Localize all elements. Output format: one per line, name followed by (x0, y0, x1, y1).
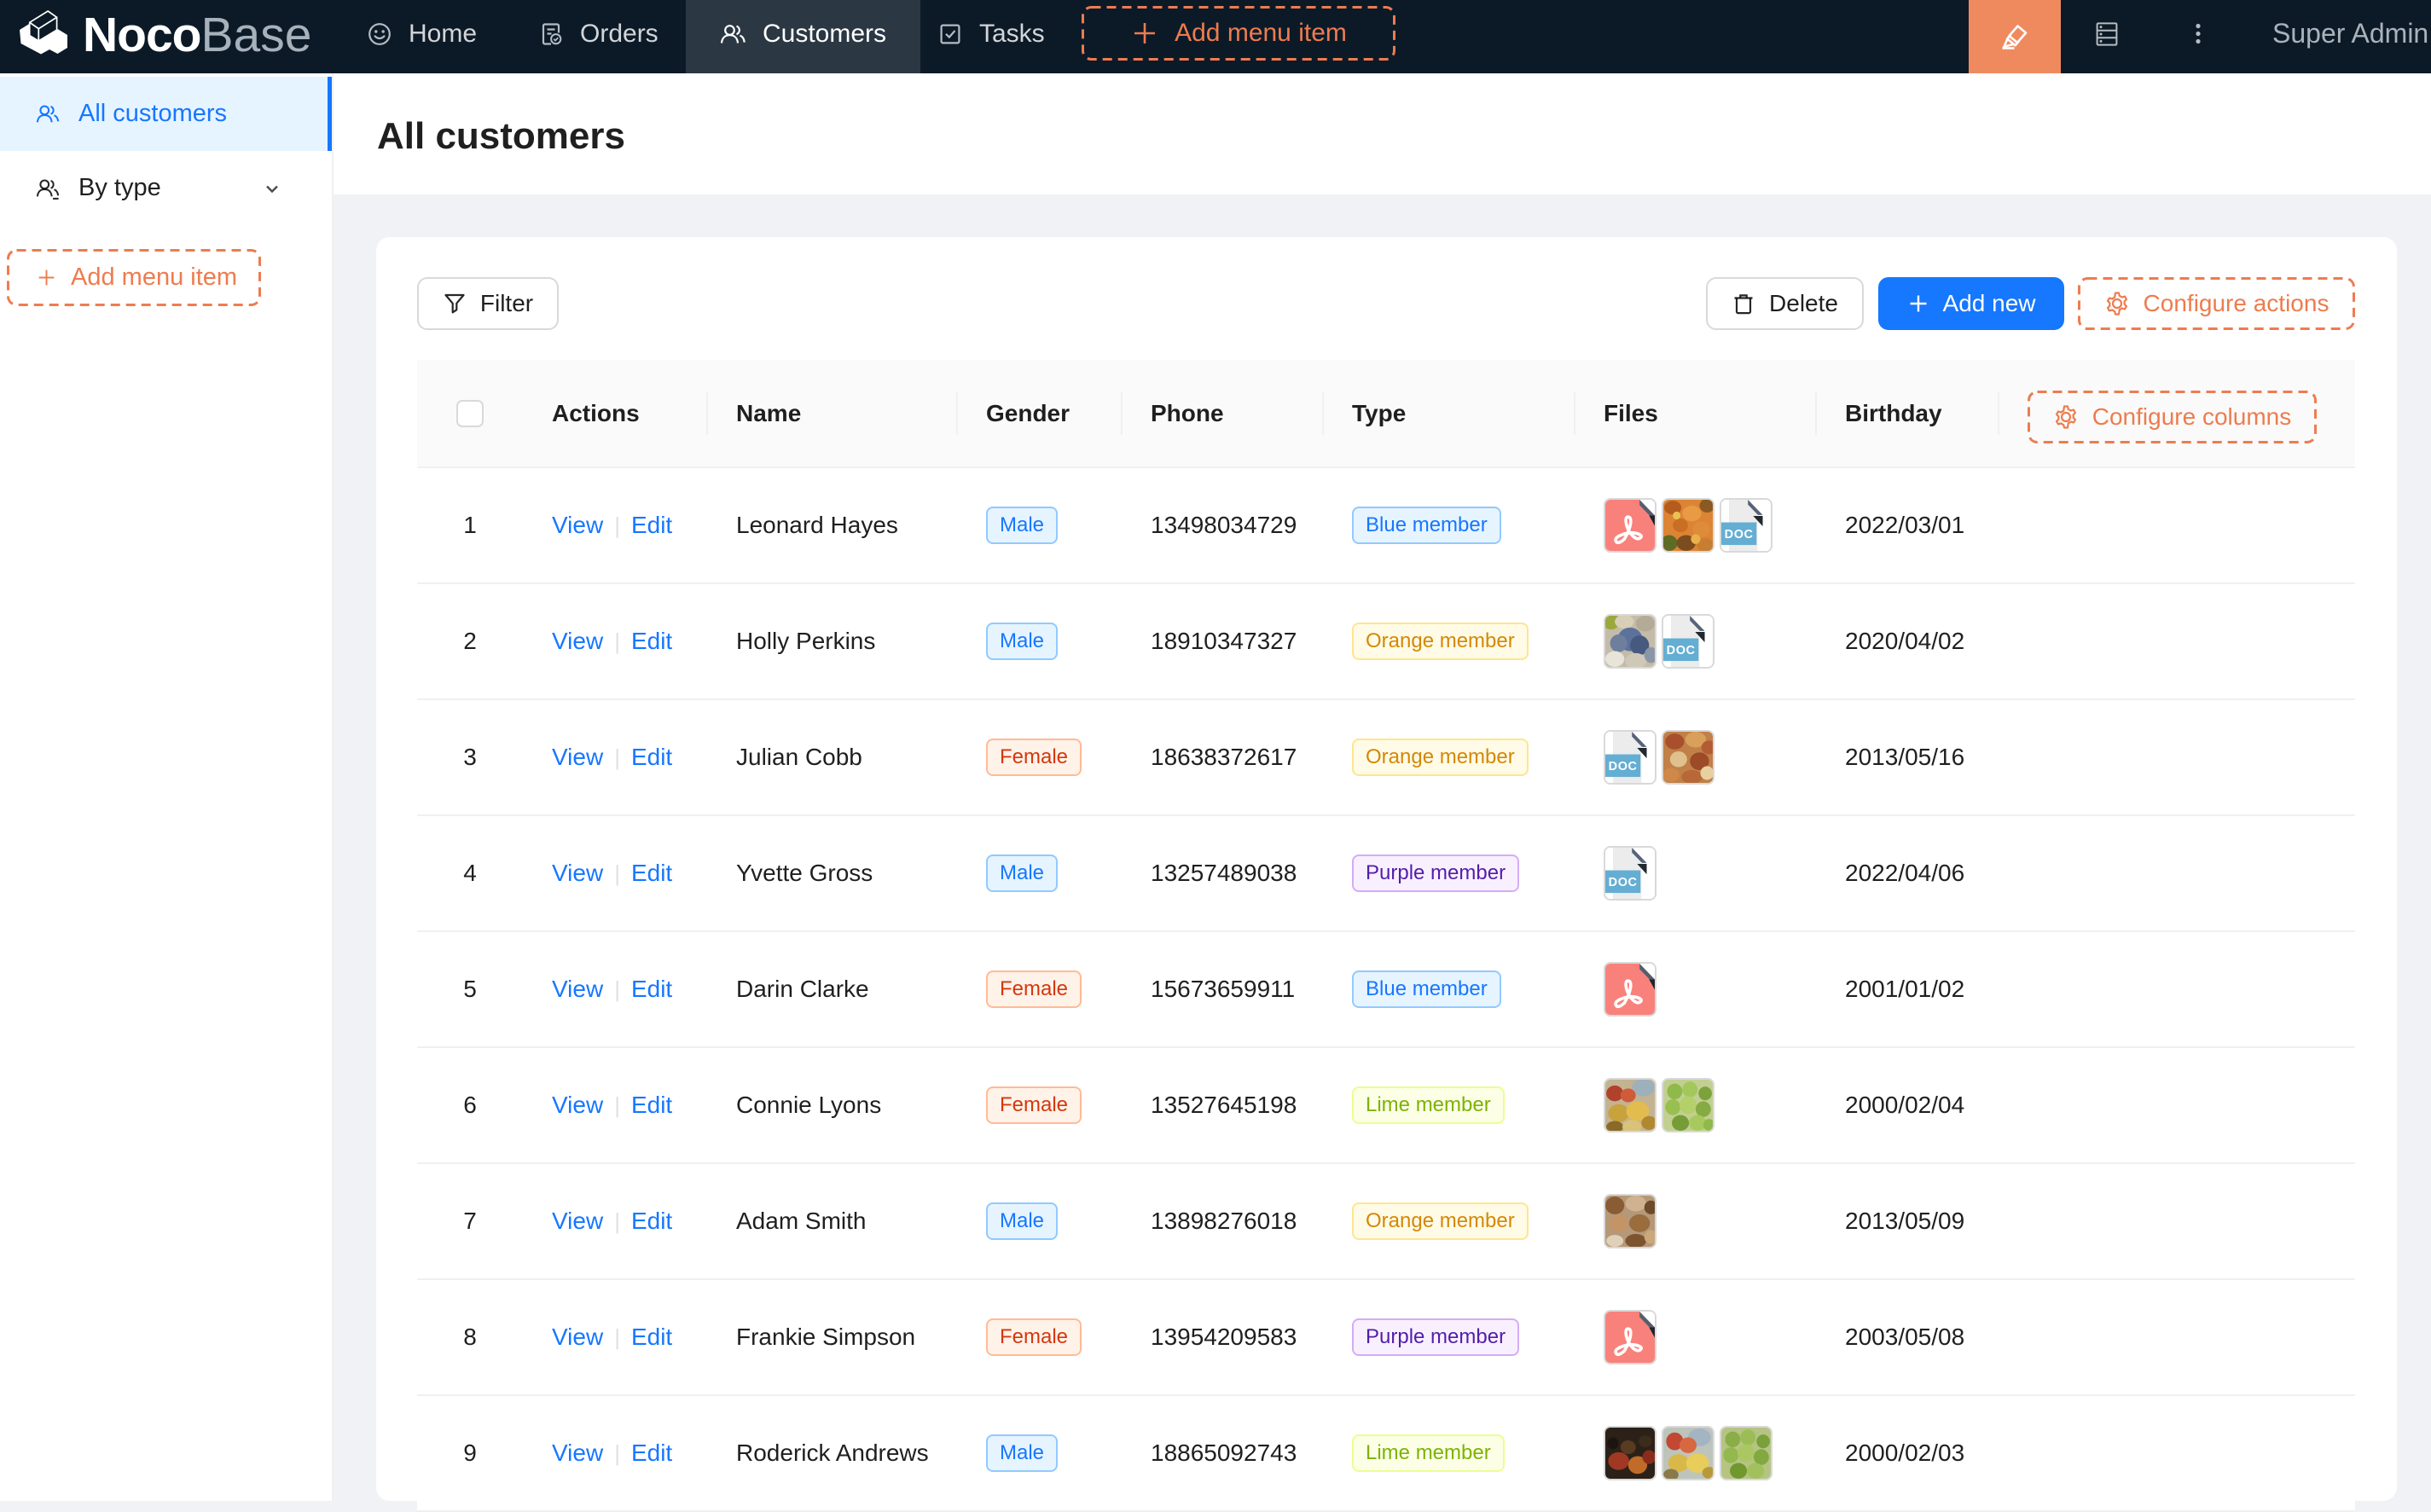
svg-text:DOC: DOC (1725, 528, 1754, 542)
svg-text:DOC: DOC (1667, 644, 1696, 658)
svg-text:DOC: DOC (1609, 876, 1638, 889)
svg-text:DOC: DOC (1609, 760, 1638, 773)
